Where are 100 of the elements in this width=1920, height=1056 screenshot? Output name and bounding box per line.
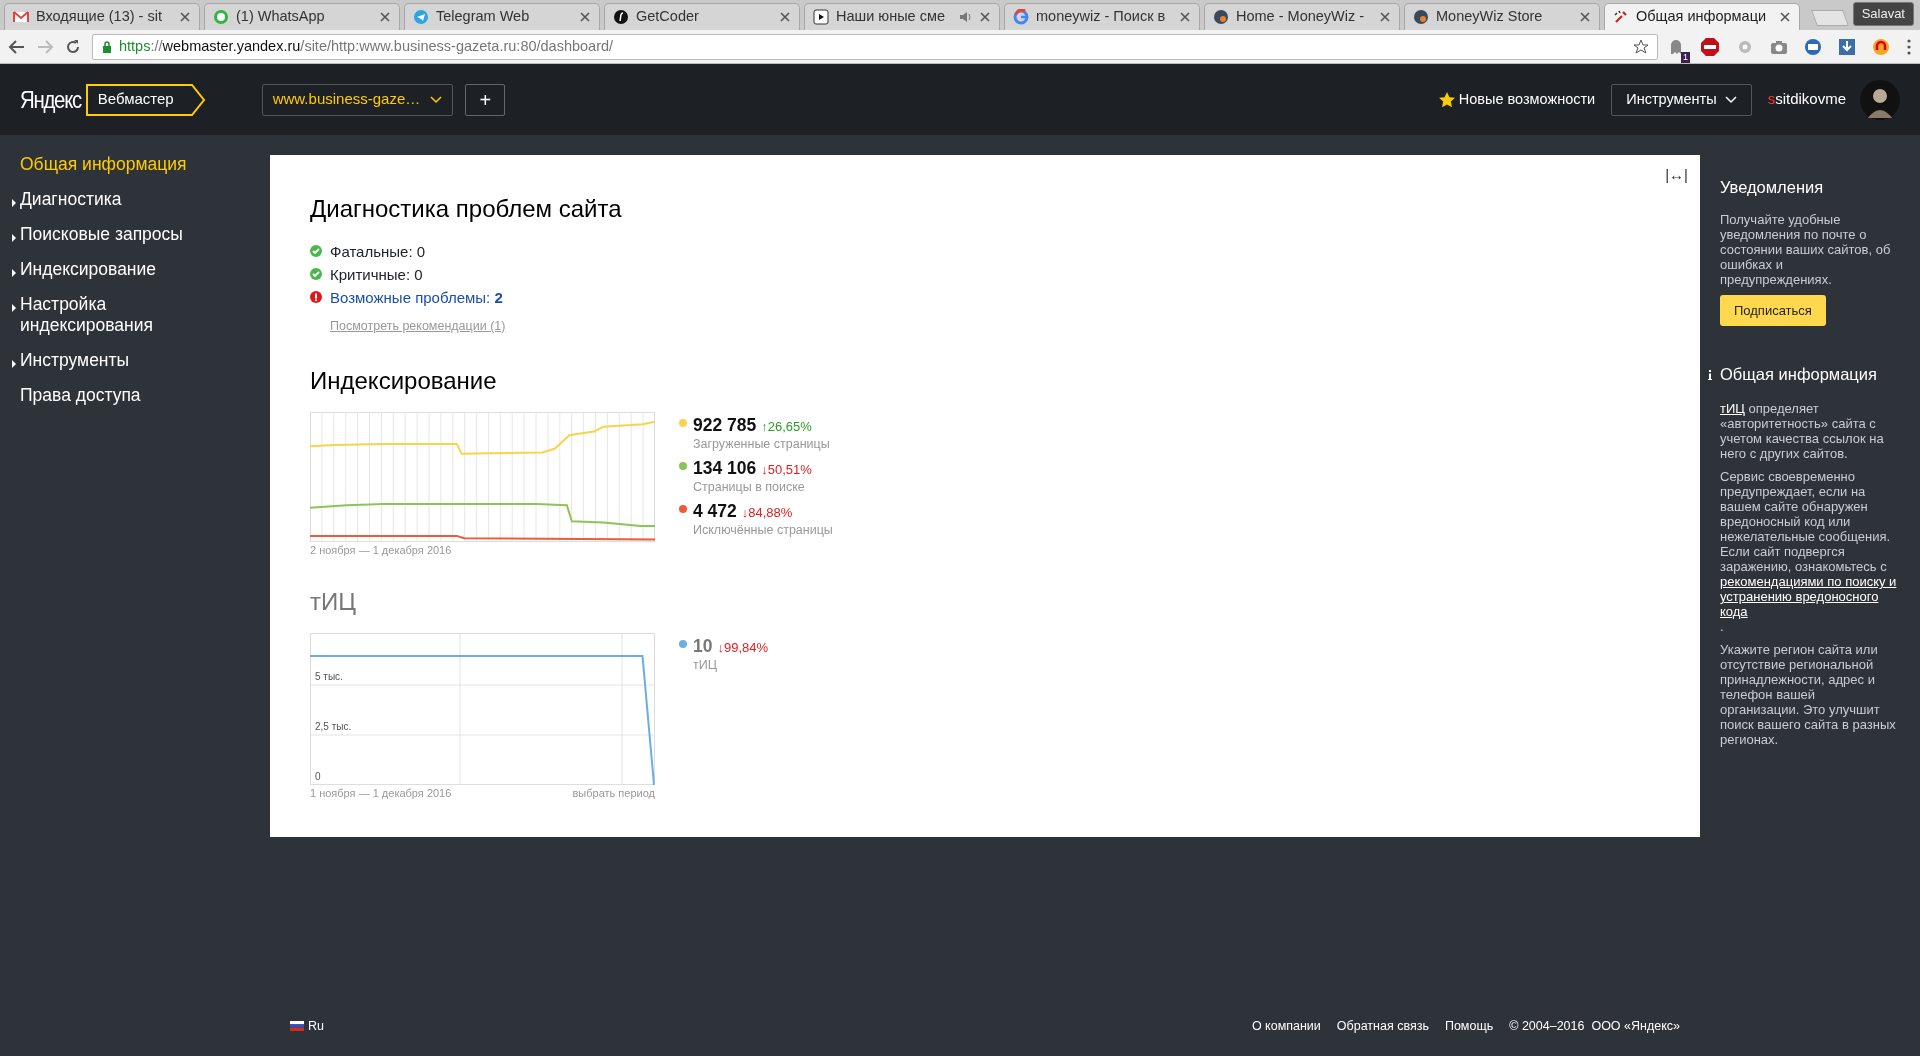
whats-new-link[interactable]: Новые возможности: [1438, 88, 1596, 111]
date-range: 1 ноября — 1 декабря 2016: [310, 785, 452, 801]
section-title: Индексирование: [310, 366, 498, 396]
browser-tab[interactable]: MoneyWiz Store: [1404, 3, 1600, 30]
globe-icon: [1213, 9, 1229, 25]
change-percent: ↓50,51%: [761, 461, 812, 477]
browser-tab[interactable]: Home - MoneyWiz -: [1204, 3, 1400, 30]
flag-icon: [290, 1021, 304, 1031]
legend-label: Загруженные страницы: [693, 437, 830, 451]
caret-icon: [430, 95, 443, 104]
service-label[interactable]: Вебмастер: [85, 83, 184, 116]
wrench-icon: [1613, 9, 1629, 25]
tools-dropdown[interactable]: Инструменты: [1611, 83, 1752, 116]
legend-label: тИЦ: [693, 659, 718, 673]
expand-width-button[interactable]: |↔|: [1659, 163, 1694, 188]
browser-tab[interactable]: Входящие (13) - sit: [4, 3, 200, 30]
close-icon[interactable]: [1779, 11, 1791, 23]
close-icon[interactable]: [1379, 11, 1391, 23]
site-selector[interactable]: www.business-gaze…: [261, 83, 454, 116]
nav-item[interactable]: Настройка индексирования: [12, 287, 212, 343]
caret-icon: [1724, 95, 1737, 104]
address-bar[interactable]: https://webmaster.yandex.ru/site/http:www.business-gazeta.ru:80/dashboard/: [92, 33, 1658, 60]
reload-icon[interactable]: [64, 37, 82, 56]
nav-item[interactable]: Инструменты: [12, 343, 212, 378]
section-title: тИЦ: [310, 588, 357, 617]
close-icon[interactable]: [179, 11, 191, 23]
legend-label: Исключённые страницы: [693, 524, 833, 538]
footer-link[interactable]: О компании: [1251, 1016, 1321, 1036]
status-text: Критичные: 0: [330, 264, 423, 285]
lock-icon: [101, 39, 113, 54]
footer-link[interactable]: Помощь: [1444, 1016, 1494, 1036]
menu-icon[interactable]: [1906, 37, 1912, 56]
profile-button[interactable]: Salavat: [1852, 2, 1914, 26]
change-percent: ↓99,84%: [717, 639, 769, 655]
browser-tab[interactable]: moneywiz - Поиск в: [1004, 3, 1200, 30]
horseshoe-icon[interactable]: [1872, 37, 1890, 56]
g-icon: [1013, 9, 1029, 25]
aside-title: Уведомления: [1720, 177, 1825, 198]
browser-tab[interactable]: Telegram Web: [404, 3, 600, 30]
aside-text: тИЦ определяет «авторитетность» сайта с учетом качества ссылок на него с других сайтов.: [1720, 401, 1885, 461]
check-icon: [310, 245, 322, 258]
aside-text: Получайте удобные уведомления по почте о состоянии ваших сайтов, об ошибках и предупреждениях.: [1720, 211, 1892, 287]
browser-tab[interactable]: (1) WhatsApp: [204, 3, 400, 30]
problems-link[interactable]: Возможные проблемы: 2: [330, 285, 503, 309]
badge-count: 1: [1681, 51, 1690, 63]
aside-title: Общая информация: [1720, 364, 1877, 386]
legend-value: 10: [693, 635, 713, 656]
close-icon[interactable]: [379, 11, 391, 23]
legend-value: 4 472: [693, 501, 737, 522]
nav-item[interactable]: Поисковые запросы: [12, 217, 212, 252]
close-icon[interactable]: [979, 11, 991, 23]
bookmark-star-icon[interactable]: [1633, 38, 1649, 55]
user-login[interactable]: ssitdikovme: [1767, 88, 1846, 111]
tick-label: 2,5 тыс.: [315, 720, 352, 732]
info-icon: [1708, 369, 1712, 380]
chat-icon: [213, 9, 229, 25]
change-percent: ↑26,65%: [761, 418, 812, 434]
close-icon[interactable]: [579, 11, 591, 23]
url-text[interactable]: https://webmaster.yandex.ru/site/http:www.business-gazeta.ru:80/dashboard/: [119, 35, 1627, 58]
aside-link[interactable]: тИЦ: [1720, 401, 1745, 416]
aside-text: Укажите регион сайта или отсутствие региональной принадлежности, адрес и телефон вашей организации. Это улучшит поиск вашего сайта в разных регионах.: [1720, 642, 1897, 747]
warning-icon: [310, 291, 322, 304]
change-percent: ↓84,88%: [741, 505, 793, 521]
aside-text: Сервис своевременно предупреждает, если на вашем сайте обнаружен вредоносный код или нежелательные сообщения. Если сайт подвергся заражению, ознакомьтесь с рекомендациями по поиску и устранению вредоносного кода .: [1720, 469, 1898, 634]
star-icon: [1438, 91, 1455, 108]
close-icon[interactable]: [1579, 11, 1591, 23]
section-title: Диагностика проблем сайта: [310, 195, 623, 224]
screen-icon[interactable]: [1804, 37, 1822, 56]
nav-item[interactable]: Права доступа: [12, 378, 212, 413]
add-site-button[interactable]: +: [465, 83, 506, 116]
nav-item[interactable]: Общая информация: [12, 147, 212, 182]
tick-label: 0: [315, 770, 321, 782]
avatar[interactable]: [1860, 79, 1900, 120]
ghost-icon[interactable]: [1668, 38, 1684, 57]
paper-plane-icon: [413, 9, 429, 25]
legend-value: 922 785: [693, 414, 757, 435]
close-icon[interactable]: [1179, 11, 1191, 23]
language-link[interactable]: Ru: [290, 1016, 324, 1036]
play-icon: [813, 9, 829, 25]
date-range: 2 ноября — 1 декабря 2016: [310, 542, 453, 558]
nav-item[interactable]: Индексирование: [12, 252, 212, 287]
back-icon[interactable]: [8, 37, 26, 56]
check-icon: [310, 268, 322, 281]
browser-tab[interactable]: Наши юные сме: [804, 3, 1000, 30]
tick-label: 5 тыс.: [315, 670, 343, 682]
speaker-icon[interactable]: [958, 9, 972, 25]
logo[interactable]: Яндекс: [20, 81, 81, 118]
browser-tab[interactable]: Общая информаци: [1604, 3, 1800, 30]
browser-tab[interactable]: GetCoder: [604, 3, 800, 30]
nav-item[interactable]: Диагностика: [12, 182, 212, 217]
copyright: © 2004–2016 ООО «Яндекс»: [1509, 1017, 1680, 1035]
download-icon[interactable]: [1838, 37, 1856, 56]
legend-label: Страницы в поиске: [693, 481, 806, 495]
aside-link[interactable]: рекомендациями по поиску и устранению вредоносного кода: [1720, 574, 1898, 619]
close-icon[interactable]: [779, 11, 791, 23]
status-text: Фатальные: 0: [330, 241, 426, 262]
coder-icon: [613, 9, 629, 25]
footer-link[interactable]: Обратная связь: [1336, 1016, 1429, 1036]
stop-sign-icon[interactable]: [1700, 36, 1720, 57]
subscribe-button[interactable]: Подписаться: [1720, 294, 1826, 327]
